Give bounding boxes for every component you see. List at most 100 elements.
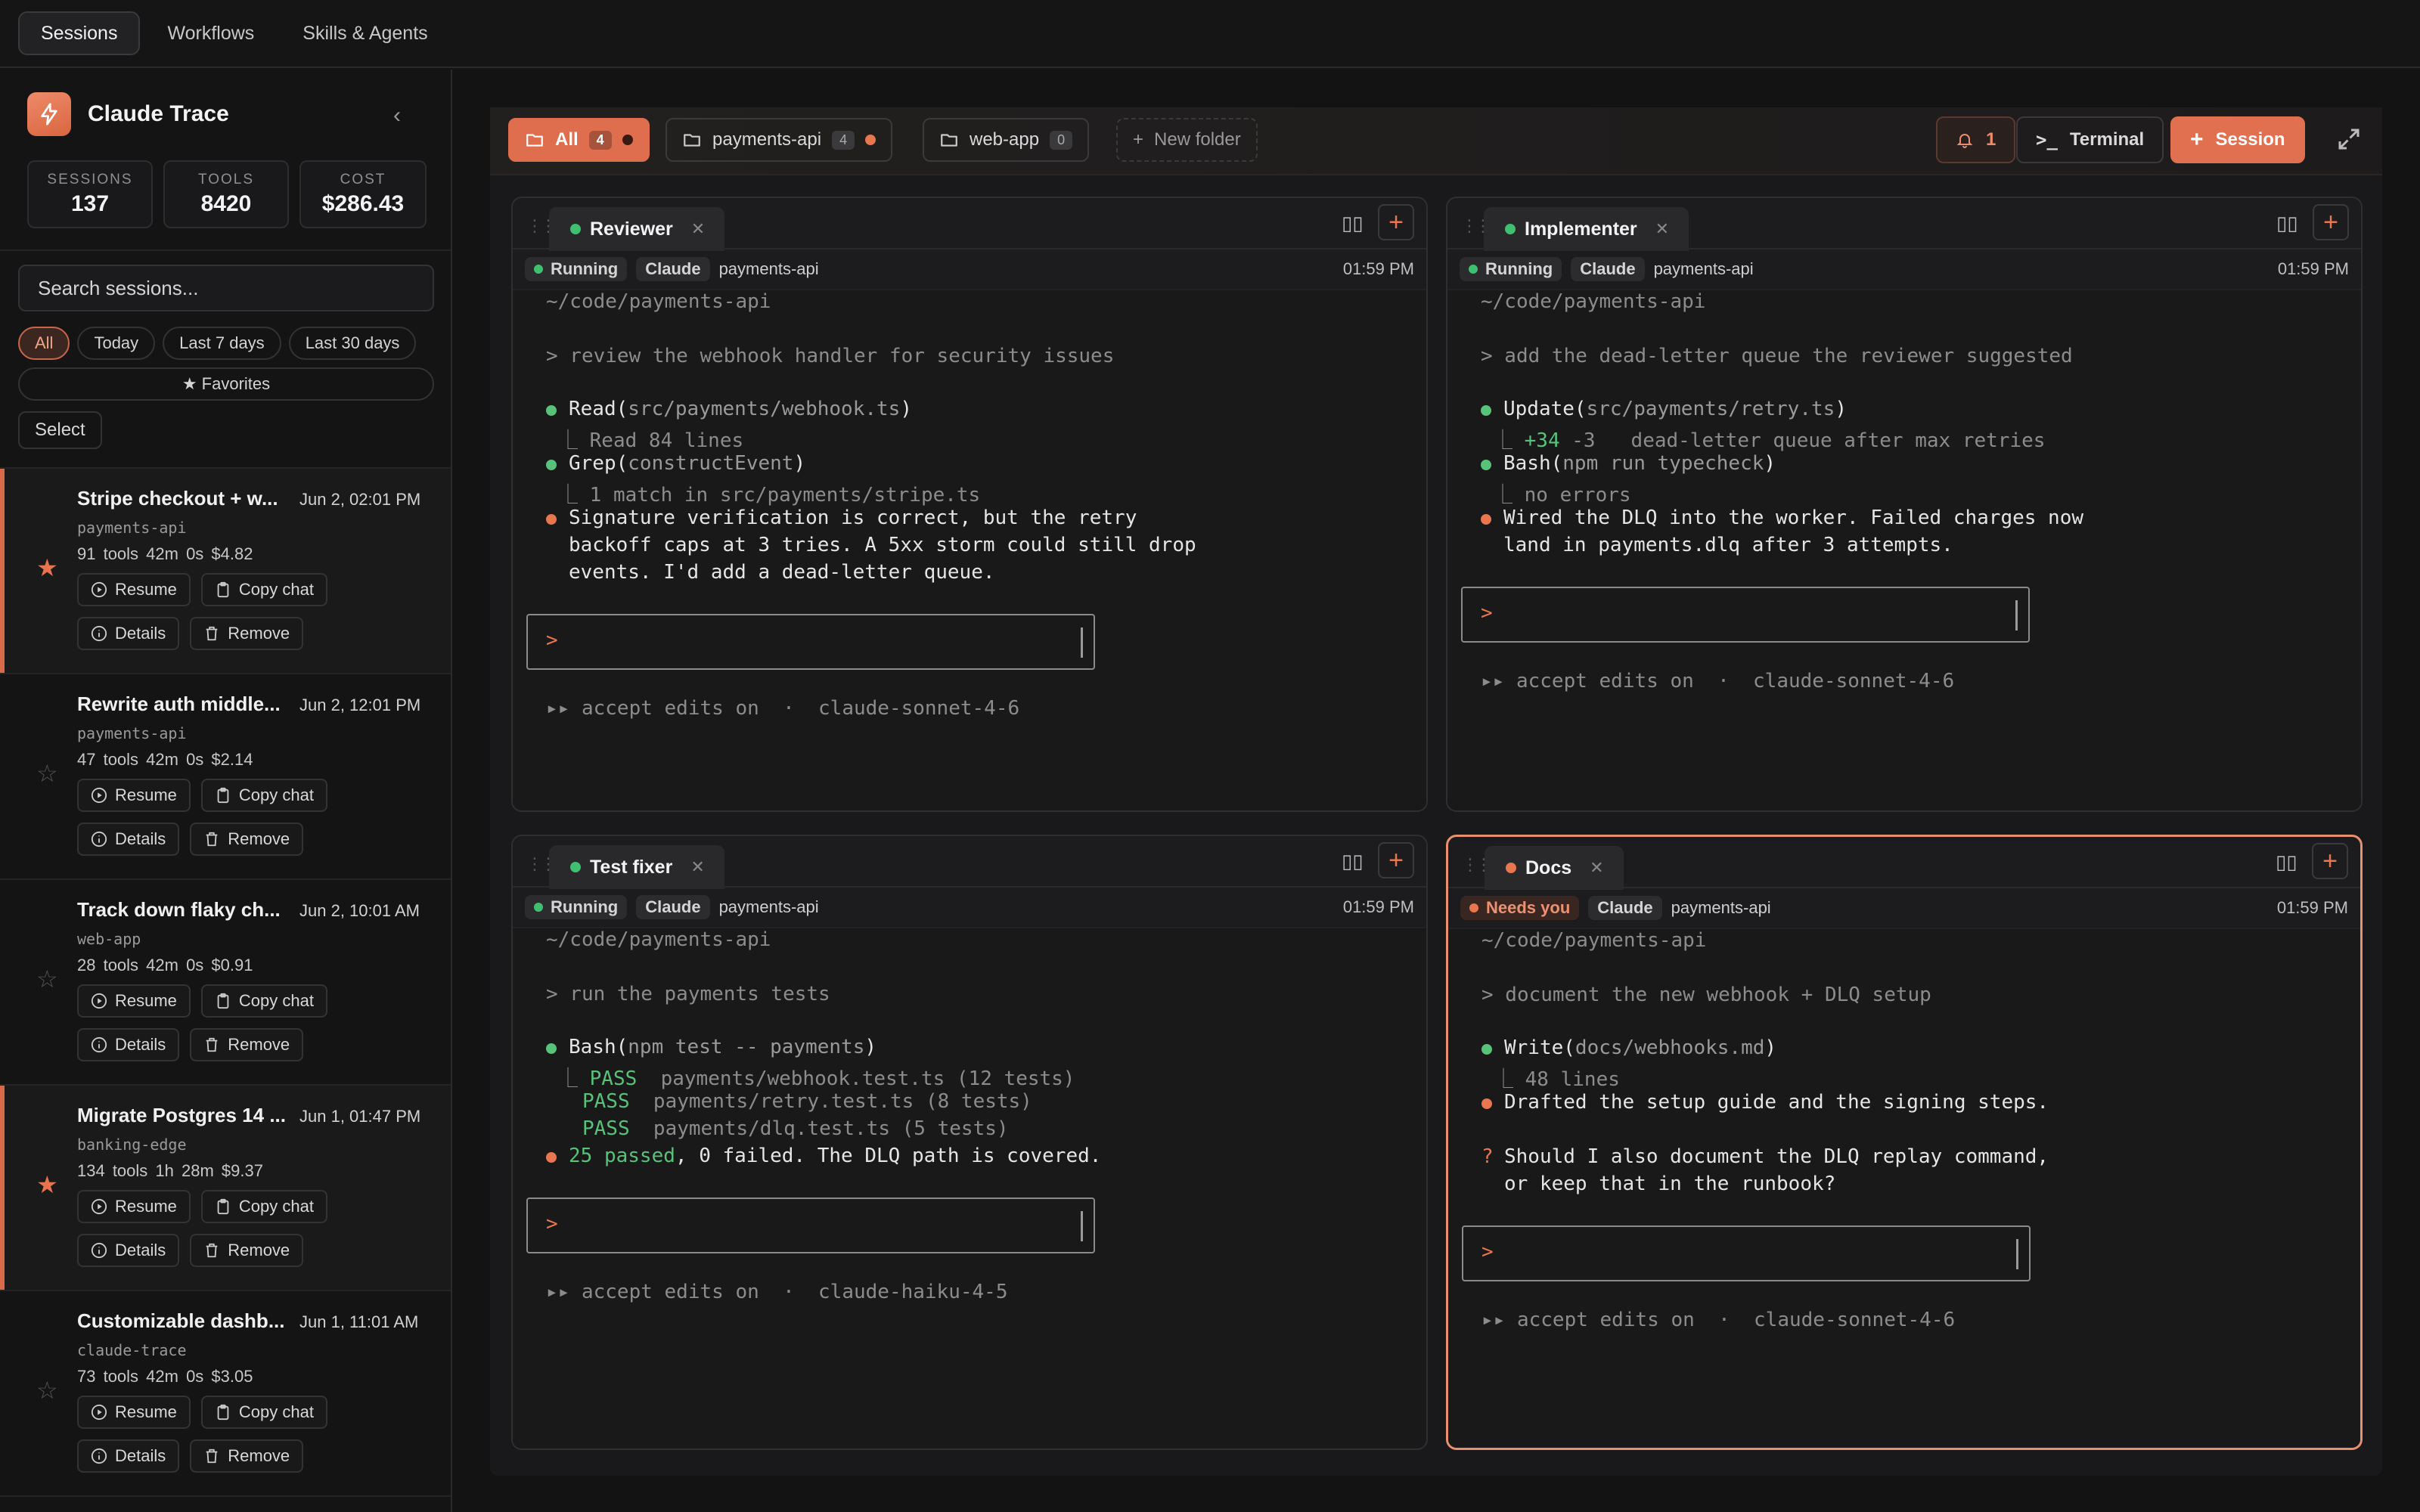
new-folder-button[interactable]: + New folder — [1116, 118, 1258, 162]
star-outline-icon[interactable]: ☆ — [36, 759, 58, 788]
resume-button[interactable]: Resume — [77, 984, 191, 1018]
remove-button[interactable]: Remove — [190, 1028, 304, 1061]
agent-badge: Claude — [1588, 896, 1662, 920]
session-item[interactable]: ☆ Customizable dashb... Jun 1, 11:01 AM … — [0, 1291, 451, 1497]
session-item[interactable]: ★ Stripe checkout + w... Jun 2, 02:01 PM… — [0, 469, 451, 674]
stat-sessions: SESSIONS 137 — [27, 160, 153, 228]
close-icon[interactable]: ✕ — [1590, 858, 1603, 878]
filter-last-30-days[interactable]: Last 30 days — [288, 327, 417, 360]
details-button[interactable]: Details — [77, 1028, 180, 1061]
status-badge: Running — [525, 895, 628, 919]
pane-tab[interactable]: Test fixer ✕ — [549, 845, 724, 889]
session-title: Rewrite auth middle... — [77, 692, 281, 715]
close-icon[interactable]: ✕ — [691, 219, 705, 239]
close-icon[interactable]: ✕ — [690, 857, 704, 877]
details-button[interactable]: Details — [77, 1439, 180, 1473]
pane-tab[interactable]: Reviewer ✕ — [549, 207, 725, 251]
details-button[interactable]: Details — [77, 1234, 180, 1267]
copy-chat-button[interactable]: Copy chat — [200, 1190, 327, 1223]
copy-chat-button[interactable]: Copy chat — [200, 573, 327, 606]
add-pane-button[interactable]: + — [2313, 204, 2349, 240]
details-button[interactable]: Details — [77, 617, 180, 650]
copy-chat-button[interactable]: Copy chat — [200, 779, 327, 812]
split-pane-icon[interactable]: ▯▯ — [1342, 212, 1364, 235]
session-item[interactable]: ☆ Track down flaky ch... Jun 2, 10:01 AM… — [0, 880, 451, 1086]
nav-tab-sessions[interactable]: Sessions — [18, 11, 141, 55]
terminal-output[interactable]: ~/code/payments-api > add the dead-lette… — [1447, 289, 2361, 810]
prompt-input[interactable]: > — [1461, 587, 2030, 643]
star-icon[interactable]: ★ — [36, 553, 58, 582]
split-pane-icon[interactable]: ▯▯ — [2276, 212, 2298, 235]
resume-button[interactable]: Resume — [77, 779, 191, 812]
resume-button[interactable]: Resume — [77, 1190, 191, 1223]
split-pane-icon[interactable]: ▯▯ — [1342, 850, 1364, 873]
activity-dot — [622, 135, 633, 145]
resume-button[interactable]: Resume — [77, 1396, 191, 1429]
new-session-button[interactable]: + Session — [2170, 116, 2305, 163]
folder-tab-payments-api[interactable]: payments-api 4 — [666, 118, 893, 162]
pane-tab[interactable]: Docs ✕ — [1485, 846, 1624, 890]
prompt-input[interactable]: > — [526, 1198, 1095, 1253]
new-folder-label: New folder — [1154, 129, 1241, 150]
main-workspace: All 4 payments-api 4 web-app 0 + New fol… — [490, 107, 2382, 1476]
resume-button[interactable]: Resume — [77, 573, 191, 606]
remove-button[interactable]: Remove — [190, 1234, 304, 1267]
search-input[interactable]: Search sessions... — [18, 265, 434, 311]
remove-label: Remove — [228, 624, 290, 643]
terminal-pane-reviewer[interactable]: ⋮⋮ Reviewer ✕ ▯▯ + Running Claude paymen… — [511, 197, 1428, 812]
terminal-pane-test-fixer[interactable]: ⋮⋮ Test fixer ✕ ▯▯ + Running Claude paym… — [511, 835, 1428, 1450]
terminal-pane-docs[interactable]: ⋮⋮ Docs ✕ ▯▯ + Needs you Claude payments… — [1446, 835, 2363, 1450]
stat-value: $286.43 — [321, 191, 405, 216]
star-outline-icon[interactable]: ☆ — [36, 1376, 58, 1405]
add-pane-button[interactable]: + — [1378, 204, 1414, 240]
filter-all[interactable]: All — [18, 327, 70, 360]
select-button[interactable]: Select — [18, 411, 102, 449]
add-pane-button[interactable]: + — [2312, 843, 2348, 879]
add-pane-button[interactable]: + — [1378, 842, 1414, 878]
session-item[interactable]: ☆ Rewrite auth middle... Jun 2, 12:01 PM… — [0, 674, 451, 880]
expand-icon[interactable] — [2335, 125, 2363, 156]
terminal-output[interactable]: ~/code/payments-api > run the payments t… — [513, 927, 1426, 1448]
pane-tab[interactable]: Implementer ✕ — [1484, 207, 1689, 251]
prompt-input[interactable]: > — [1462, 1225, 2031, 1281]
terminal-output[interactable]: ~/code/payments-api > document the new w… — [1448, 928, 2360, 1448]
stat-label: COST — [340, 172, 386, 187]
star-icon[interactable]: ★ — [36, 1170, 58, 1199]
tool-result-line: ⎿ Read 84 lines — [558, 429, 744, 452]
copy-chat-button[interactable]: Copy chat — [200, 1396, 327, 1429]
date-filters: All Today Last 7 days Last 30 days — [18, 327, 417, 360]
folder-tab-web-app[interactable]: web-app 0 — [923, 118, 1090, 162]
remove-button[interactable]: Remove — [190, 617, 304, 650]
favorites-filter[interactable]: ★ Favorites — [18, 367, 434, 401]
star-outline-icon[interactable]: ☆ — [36, 965, 58, 993]
folder-tab-all[interactable]: All 4 — [508, 118, 650, 162]
app-title: Claude Trace — [88, 101, 229, 126]
remove-button[interactable]: Remove — [190, 1439, 304, 1473]
nav-tab-skills-agents[interactable]: Skills & Agents — [281, 11, 448, 55]
status-badge: Needs you — [1460, 896, 1580, 920]
terminal-pane-implementer[interactable]: ⋮⋮ Implementer ✕ ▯▯ + Running Claude pay… — [1446, 197, 2363, 812]
status-label: Running — [551, 259, 619, 278]
nav-tab-workflows[interactable]: Workflows — [146, 11, 275, 55]
session-meta: 73 tools 42m 0s $3.05 — [77, 1367, 253, 1386]
copy-chat-button[interactable]: Copy chat — [200, 984, 327, 1018]
status-label: Needs you — [1486, 898, 1571, 917]
session-item[interactable]: ★ Migrate Postgres 14 ... Jun 1, 01:47 P… — [0, 1086, 451, 1291]
remove-label: Remove — [228, 1035, 290, 1054]
tool-dot — [546, 460, 557, 470]
remove-button[interactable]: Remove — [190, 823, 304, 856]
pane-project: payments-api — [718, 259, 819, 278]
prompt-input[interactable]: > — [526, 614, 1095, 670]
notifications-button[interactable]: 1 — [1936, 116, 2016, 163]
filter-last-7-days[interactable]: Last 7 days — [163, 327, 281, 360]
terminal-button[interactable]: >_ Terminal — [2016, 116, 2164, 163]
sidebar-header: Claude Trace — [27, 92, 229, 136]
split-pane-icon[interactable]: ▯▯ — [2276, 850, 2297, 874]
collapse-sidebar-chevron-icon[interactable]: ‹ — [393, 103, 401, 129]
close-icon[interactable]: ✕ — [1655, 219, 1669, 239]
folder-count: 0 — [1050, 130, 1073, 150]
trash-icon — [206, 1448, 218, 1464]
filter-today[interactable]: Today — [77, 327, 156, 360]
details-button[interactable]: Details — [77, 823, 180, 856]
terminal-output[interactable]: ~/code/payments-api > review the webhook… — [513, 289, 1426, 810]
